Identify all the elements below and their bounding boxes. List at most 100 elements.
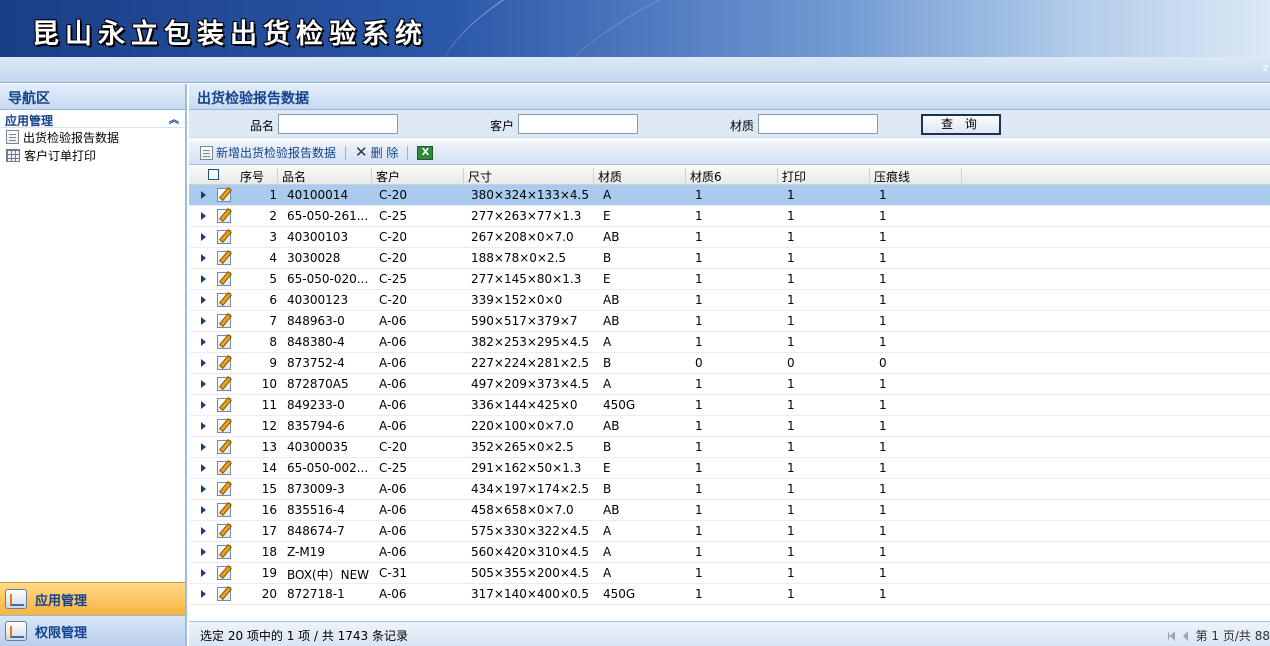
table-row[interactable]: 11 849233-0 A-06 336×144×425×0 450G 1 1 1 (189, 395, 1270, 416)
table-row[interactable]: 5 65-050-020... C-25 277×145×80×1.3 E 1 1 1 (189, 269, 1270, 290)
delete-button[interactable]: ✕ 删 除 (352, 144, 401, 161)
query-button[interactable]: 查 询 (921, 114, 1001, 135)
table-cell: 1 (787, 524, 795, 538)
table-row[interactable]: 7 848963-0 A-06 590×517×379×7 AB 1 1 1 (189, 311, 1270, 332)
edit-icon[interactable] (217, 335, 231, 349)
edit-icon[interactable] (217, 587, 231, 601)
expand-arrow-icon[interactable] (201, 296, 206, 304)
table-cell: Z-M19 (287, 545, 325, 559)
table-row[interactable]: 15 873009-3 A-06 434×197×174×2.5 B 1 1 1 (189, 479, 1270, 500)
edit-icon[interactable] (217, 293, 231, 307)
edit-icon[interactable] (217, 398, 231, 412)
expand-arrow-icon[interactable] (201, 443, 206, 451)
edit-icon[interactable] (217, 503, 231, 517)
material-input[interactable] (758, 114, 878, 134)
table-cell: 4 (269, 251, 277, 265)
edit-icon[interactable] (217, 461, 231, 475)
first-page-icon[interactable] (1167, 630, 1175, 641)
table-cell: 6 (269, 293, 277, 307)
expand-arrow-icon[interactable] (201, 422, 206, 430)
table-row[interactable]: 17 848674-7 A-06 575×330×322×4.5 A 1 1 1 (189, 521, 1270, 542)
column-header[interactable]: 品名 (278, 168, 372, 184)
column-header[interactable]: 材质 (594, 168, 686, 184)
expand-arrow-icon[interactable] (201, 548, 206, 556)
column-header[interactable]: 压痕线 (870, 168, 962, 184)
edit-icon[interactable] (217, 314, 231, 328)
edit-icon[interactable] (217, 524, 231, 538)
expand-arrow-icon[interactable] (201, 527, 206, 535)
expand-arrow-icon[interactable] (201, 380, 206, 388)
expand-arrow-icon[interactable] (201, 569, 206, 577)
expand-arrow-icon[interactable] (201, 506, 206, 514)
column-header[interactable]: 客户 (372, 168, 464, 184)
nav-tab-app-management[interactable]: 应用管理 (0, 582, 185, 615)
expand-arrow-icon[interactable] (201, 212, 206, 220)
nav-item-order-print[interactable]: 客户订单打印 (0, 146, 185, 164)
customer-input[interactable] (518, 114, 638, 134)
column-header[interactable]: 尺寸 (464, 168, 594, 184)
add-report-button[interactable]: 新增出货检验报告数据 (197, 144, 339, 161)
table-row[interactable]: 8 848380-4 A-06 382×253×295×4.5 A 1 1 1 (189, 332, 1270, 353)
expand-arrow-icon[interactable] (201, 275, 206, 283)
edit-icon[interactable] (217, 566, 231, 580)
expand-arrow-icon[interactable] (201, 317, 206, 325)
column-header[interactable]: 序号 (236, 168, 278, 184)
edit-icon[interactable] (217, 230, 231, 244)
expand-arrow-icon[interactable] (201, 485, 206, 493)
expand-arrow-icon[interactable] (201, 464, 206, 472)
column-header[interactable]: 打印 (778, 168, 870, 184)
table-row[interactable]: 14 65-050-002... C-25 291×162×50×1.3 E 1 1 1 (189, 458, 1270, 479)
edit-icon[interactable] (217, 356, 231, 370)
expand-arrow-icon[interactable] (201, 338, 206, 346)
edit-icon[interactable] (217, 482, 231, 496)
table-row[interactable]: 12 835794-6 A-06 220×100×0×7.0 AB 1 1 1 (189, 416, 1270, 437)
edit-icon[interactable] (217, 272, 231, 286)
table-row[interactable]: 3 40300103 C-20 267×208×0×7.0 AB 1 1 1 (189, 227, 1270, 248)
edit-icon[interactable] (217, 209, 231, 223)
nav-item-inspection-report[interactable]: 出货检验报告数据 (0, 128, 185, 146)
table-cell: E (603, 272, 611, 286)
product-input[interactable] (278, 114, 398, 134)
table-cell: 1 (879, 566, 887, 580)
expand-arrow-icon[interactable] (201, 191, 206, 199)
table-cell: 227×224×281×2.5 (471, 356, 589, 370)
collapse-icon[interactable]: ︽ (169, 111, 179, 126)
expand-arrow-icon[interactable] (201, 590, 206, 598)
page-info: 第 1 页/共 88 (1195, 629, 1270, 643)
table-cell: 1 (879, 398, 887, 412)
expand-arrow-icon[interactable] (201, 401, 206, 409)
edit-icon[interactable] (217, 377, 231, 391)
edit-icon[interactable] (217, 188, 231, 202)
table-row[interactable]: 1 40100014 C-20 380×324×133×4.5 A 1 1 1 (189, 185, 1270, 206)
edit-icon[interactable] (217, 419, 231, 433)
table-row[interactable]: 10 872870A5 A-06 497×209×373×4.5 A 1 1 1 (189, 374, 1270, 395)
table-cell: 17 (261, 524, 277, 538)
expand-arrow-icon[interactable] (201, 254, 206, 262)
table-cell: 848674-7 (287, 524, 345, 538)
search-bar: 品名 客户 材质 查 询 (189, 110, 1270, 138)
edit-icon[interactable] (217, 251, 231, 265)
expand-arrow-icon[interactable] (201, 233, 206, 241)
table-cell: A (603, 335, 612, 349)
table-row[interactable]: 6 40300123 C-20 339×152×0×0 AB 1 1 1 (189, 290, 1270, 311)
edit-icon[interactable] (217, 440, 231, 454)
table-row[interactable]: 20 872718-1 A-06 317×140×400×0.5 450G 1 1 1 (189, 584, 1270, 605)
expand-arrow-icon[interactable] (201, 359, 206, 367)
nav-tab-permission-management[interactable]: 权限管理 (0, 615, 185, 646)
table-row[interactable]: 19 BOX(中）NEW C-31 505×355×200×4.5 A 1 1 1 (189, 563, 1270, 584)
table-row[interactable]: 18 Z-M19 A-06 560×420×310×4.5 A 1 1 1 (189, 542, 1270, 563)
table-cell: AB (603, 314, 620, 328)
table-row[interactable]: 2 65-050-261... C-25 277×263×77×1.3 E 1 1 1 (189, 206, 1270, 227)
edit-icon[interactable] (217, 545, 231, 559)
column-header[interactable]: 材质6 (686, 168, 778, 184)
table-row[interactable]: 4 3030028 C-20 188×78×0×2.5 B 1 1 1 (189, 248, 1270, 269)
table-row[interactable]: 9 873752-4 A-06 227×224×281×2.5 B 0 0 0 (189, 353, 1270, 374)
export-excel-button[interactable]: X (414, 145, 436, 160)
prev-page-icon[interactable] (1182, 630, 1188, 641)
table-row[interactable]: 16 835516-4 A-06 458×658×0×7.0 AB 1 1 1 (189, 500, 1270, 521)
nav-section-app-management[interactable]: 应用管理 ︽ (0, 110, 185, 128)
select-all-checkbox[interactable] (208, 169, 219, 180)
table-cell: 1 (787, 377, 795, 391)
table-row[interactable]: 13 40300035 C-20 352×265×0×2.5 B 1 1 1 (189, 437, 1270, 458)
table-cell: 1 (269, 188, 277, 202)
